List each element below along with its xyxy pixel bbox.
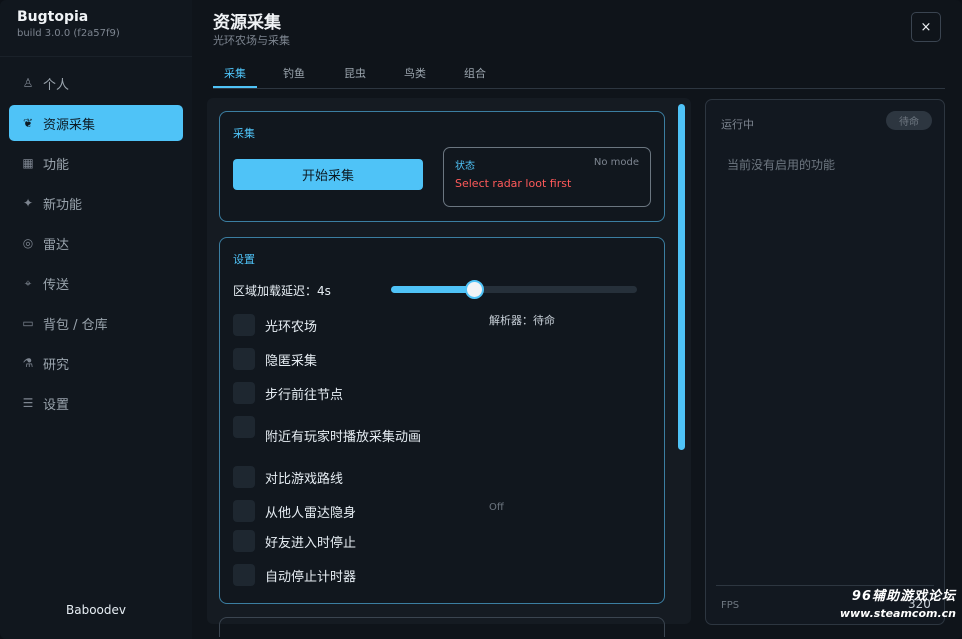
brand: Bugtopia build 3.0.0 (f2a57f9) [17, 9, 120, 39]
checkbox[interactable] [233, 466, 255, 488]
close-button[interactable]: × [911, 12, 941, 42]
slider-thumb[interactable] [464, 280, 484, 299]
option-auto-stop-timer[interactable]: 自动停止计时器 [233, 564, 356, 586]
slider-fill [391, 286, 475, 293]
sidebar-item-label: 个人 [43, 77, 70, 93]
settings-card-title: 设置 [233, 253, 255, 266]
status-badge: 待命 [886, 111, 932, 130]
status-label: 状态 [455, 161, 475, 172]
option-label: 自动停止计时器 [265, 569, 357, 585]
user-icon: ♙ [22, 76, 34, 90]
active-tab-indicator [213, 86, 257, 88]
option-label: 好友进入时停止 [265, 535, 357, 551]
empty-state-text: 当前没有启用的功能 [727, 158, 836, 172]
app-window: Bugtopia build 3.0.0 (f2a57f9) ♙ 个人 ❦ 资源采集 ▦… [0, 0, 962, 639]
location-pin-icon: ⌖ [24, 275, 32, 290]
load-delay-label: 区域加载延迟：4s [233, 284, 331, 298]
sliders-icon: ☰ [22, 396, 34, 410]
option-label: 隐匿采集 [265, 353, 318, 369]
sidebar-item-label: 功能 [43, 157, 70, 173]
sidebar-item-5[interactable]: ⌖ 传送 [9, 265, 183, 301]
grid-icon: ▦ [22, 156, 34, 170]
sidebar-item-label: 背包 / 仓库 [43, 317, 108, 333]
start-collect-button[interactable]: 开始采集 [233, 159, 423, 190]
leaf-icon: ❦ [22, 116, 34, 130]
checkbox[interactable] [233, 530, 255, 552]
checkbox[interactable] [233, 382, 255, 404]
sidebar-item-1[interactable]: ❦ 资源采集 [9, 105, 183, 141]
running-title: 运行中 [721, 118, 754, 131]
page-title: 资源采集 [213, 13, 281, 33]
checkbox[interactable] [233, 314, 255, 336]
tab-combo[interactable]: 组合 [464, 65, 486, 81]
option-play-animation[interactable]: 附近有玩家时播放采集动画 [233, 416, 421, 445]
sidebar-divider [0, 56, 192, 57]
user-name: Baboodev [66, 603, 126, 617]
sidebar-item-3[interactable]: ✦ 新功能 [9, 185, 183, 221]
backpack-icon: ▭ [22, 316, 34, 330]
option-label: 从他人雷达隐身 [265, 505, 357, 521]
next-card-edge [219, 617, 665, 637]
tab-insects[interactable]: 昆虫 [344, 65, 366, 81]
watermark-url: www.steamcom.cn [839, 607, 956, 620]
checkbox[interactable] [233, 348, 255, 370]
tab-birds[interactable]: 鸟类 [404, 65, 426, 81]
running-panel: 运行中 待命 当前没有启用的功能 FPS 320 [705, 99, 945, 625]
load-delay-slider[interactable] [391, 280, 637, 299]
off-label: Off [489, 502, 504, 513]
tab-fishing[interactable]: 钓鱼 [283, 65, 305, 81]
watermark-title: 96辅助游戏论坛 [851, 589, 956, 604]
option-radar-hide[interactable]: 从他人雷达隐身 [233, 500, 356, 522]
sidebar-item-8[interactable]: ☰ 设置 [9, 385, 183, 421]
sidebar-item-7[interactable]: ⚗ 研究 [9, 345, 183, 381]
build-version: build 3.0.0 (f2a57f9) [17, 28, 120, 39]
option-halo-farm[interactable]: 光环农场 [233, 314, 317, 336]
parser-status: 解析器：待命 [489, 314, 555, 327]
option-label: 对比游戏路线 [265, 471, 344, 487]
sidebar-item-label: 资源采集 [43, 117, 96, 133]
page-subtitle: 光环农场与采集 [213, 34, 290, 47]
sparkle-icon: ✦ [22, 196, 34, 210]
checkbox[interactable] [233, 500, 255, 522]
sidebar-item-2[interactable]: ▦ 功能 [9, 145, 183, 181]
sidebar-item-label: 新功能 [43, 197, 83, 213]
status-box: 状态 No mode Select radar loot first [443, 147, 651, 207]
sidebar-item-label: 传送 [43, 277, 70, 293]
option-label: 光环农场 [265, 319, 318, 335]
sidebar: Bugtopia build 3.0.0 (f2a57f9) ♙ 个人 ❦ 资源采集 ▦… [0, 0, 192, 639]
radar-icon: ◎ [22, 236, 34, 250]
checkbox[interactable] [233, 416, 255, 438]
sidebar-nav: ♙ 个人 ❦ 资源采集 ▦ 功能 ✦ 新功能 ◎ 雷达 ⌖ 传送 ▭ 背包 / 仓库 ⚗ 研究 ☰ 设置 [9, 65, 183, 425]
status-message: Select radar loot first [455, 177, 572, 190]
app-title: Bugtopia [17, 9, 89, 25]
tab-bar: 采集 钓鱼 昆虫 鸟类 组合 [213, 60, 945, 89]
collect-card-title: 采集 [233, 127, 255, 140]
option-stealth-collect[interactable]: 隐匿采集 [233, 348, 317, 370]
option-label: 步行前往节点 [265, 387, 344, 403]
scrollbar-thumb[interactable] [678, 104, 685, 450]
tab-collect[interactable]: 采集 [224, 65, 246, 81]
status-mode: No mode [593, 157, 639, 168]
checkbox[interactable] [233, 564, 255, 586]
sidebar-item-6[interactable]: ▭ 背包 / 仓库 [9, 305, 183, 341]
option-label: 附近有玩家时播放采集动画 [265, 430, 422, 445]
fps-label: FPS [721, 600, 740, 611]
sidebar-item-label: 设置 [43, 397, 70, 413]
flask-icon: ⚗ [22, 356, 34, 370]
option-compare-route[interactable]: 对比游戏路线 [233, 466, 343, 488]
sidebar-item-0[interactable]: ♙ 个人 [9, 65, 183, 101]
option-stop-on-friend[interactable]: 好友进入时停止 [233, 530, 356, 552]
option-walk-to-node[interactable]: 步行前往节点 [233, 382, 343, 404]
sidebar-item-4[interactable]: ◎ 雷达 [9, 225, 183, 261]
sidebar-item-label: 雷达 [43, 237, 70, 253]
watermark: 96辅助游戏论坛 www.steamcom.cn [836, 585, 956, 620]
sidebar-item-label: 研究 [43, 357, 70, 373]
close-icon: × [920, 19, 932, 35]
